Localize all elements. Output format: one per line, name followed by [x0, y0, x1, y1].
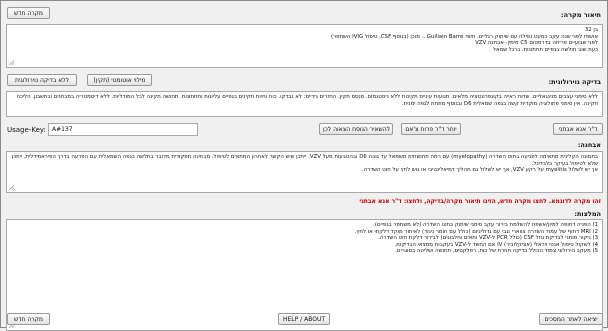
no-neuro-exam-button[interactable]: ללא בדיקה נוירולוגית: [7, 74, 77, 86]
doctor-button-2[interactable]: יוחר ד"ר פרוח צ'אם: [401, 123, 461, 135]
new-case-button-bottom[interactable]: מקרה חדש: [7, 313, 50, 325]
doctor-button-1[interactable]: ד"ר אנא אבתני: [553, 123, 603, 135]
doctor-button-3[interactable]: להשאיר הנוסח הצאוה לכן: [319, 123, 393, 135]
case-description-label: תיאור מקרה:: [561, 11, 601, 19]
exit-to-screen-button[interactable]: יציאה לאתר המסכים: [539, 313, 603, 325]
neuro-exam-text: ללא סימני עצבים מנינגאליים. שדות ראייה ב…: [16, 94, 598, 107]
resize-grip-icon[interactable]: [9, 185, 14, 190]
sample-case-warning: זהו מקרה לדוגמא. לחצו מקרה חדש, הזינו תי…: [359, 198, 601, 205]
new-case-button-top[interactable]: מקרה חדש: [7, 7, 50, 19]
case-description-text: בן 32 אושפז לפני שנה עקב כמעט נפילה עם ש…: [330, 27, 598, 53]
auto-fill-normal-button[interactable]: מילוי אוטומטי (תקין): [87, 74, 152, 86]
usage-key-input[interactable]: A#137: [48, 123, 198, 136]
diagnosis-label: אבחנה:: [577, 141, 601, 149]
case-description-textarea[interactable]: בן 32 אושפז לפני שנה עקב כמעט נפילה עם ש…: [6, 24, 603, 68]
neuro-exam-textarea[interactable]: ללא סימני עצבים מנינגאליים. שדות ראייה ב…: [6, 91, 603, 117]
diagnosis-text: בתמונה הקלינית מתאימה לפגיעה בחוט השדרה …: [11, 154, 598, 174]
neuro-exam-label: בדיקה נוירולוגית:: [548, 78, 601, 86]
diagnosis-textarea[interactable]: בתמונה הקלינית מתאימה לפגיעה בחוט השדרה …: [6, 151, 603, 193]
usage-key-label: Usage-Key:: [7, 126, 46, 134]
resize-grip-icon[interactable]: [9, 60, 14, 65]
recommendations-text: 1) הפניה דחופה למיון/אשפוז להשלמת בירור …: [354, 222, 598, 255]
recommendations-label: המלצות:: [574, 210, 601, 218]
app-window: מקרה חדש תיאור מקרה: בן 32 אושפז לפני שנ…: [0, 0, 608, 331]
help-about-button[interactable]: HELP / ABOUT: [278, 313, 330, 325]
